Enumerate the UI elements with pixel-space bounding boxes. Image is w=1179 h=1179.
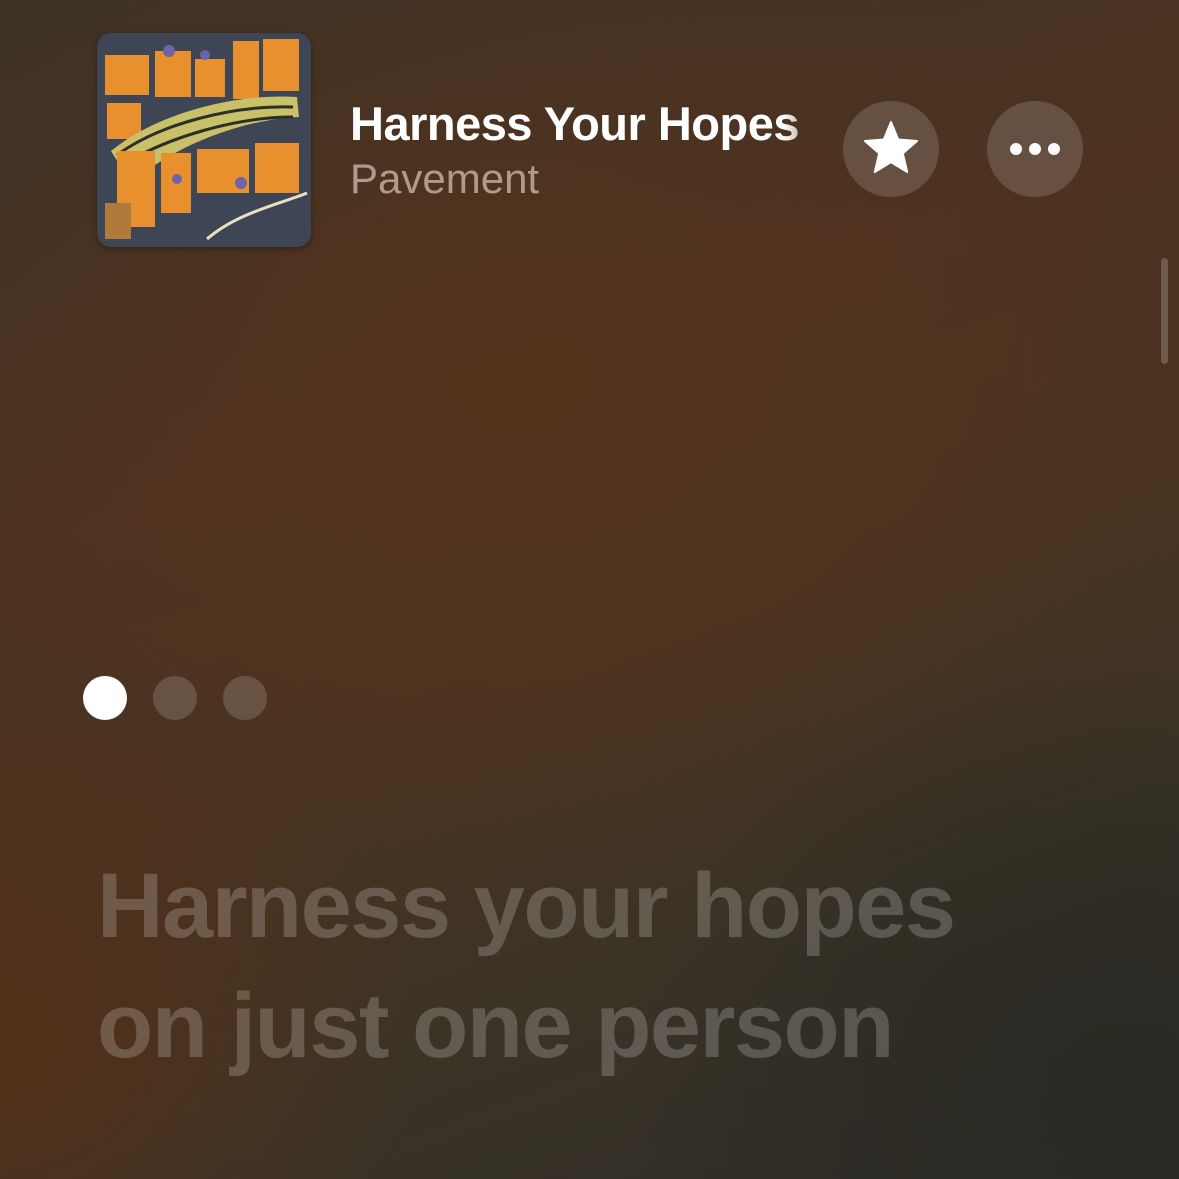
page-indicator[interactable] xyxy=(83,676,267,720)
track-title[interactable]: Harness Your Hopes xyxy=(350,96,832,151)
lyrics-panel: Harness your hopes on just one person xyxy=(97,846,1097,1086)
lyric-line[interactable]: on just one person xyxy=(97,966,1097,1086)
lyric-line[interactable]: Harness your hopes xyxy=(97,846,1097,966)
album-artwork[interactable] xyxy=(97,33,311,247)
page-dot-3[interactable] xyxy=(223,676,267,720)
page-dot-1[interactable] xyxy=(83,676,127,720)
album-art-icon xyxy=(97,33,311,247)
scroll-indicator[interactable] xyxy=(1161,258,1168,364)
favorite-button[interactable] xyxy=(843,101,939,197)
star-icon xyxy=(864,121,918,173)
page-dot-2[interactable] xyxy=(153,676,197,720)
track-artist[interactable]: Pavement xyxy=(350,155,539,203)
ellipsis-icon xyxy=(1010,143,1060,155)
more-options-button[interactable] xyxy=(987,101,1083,197)
